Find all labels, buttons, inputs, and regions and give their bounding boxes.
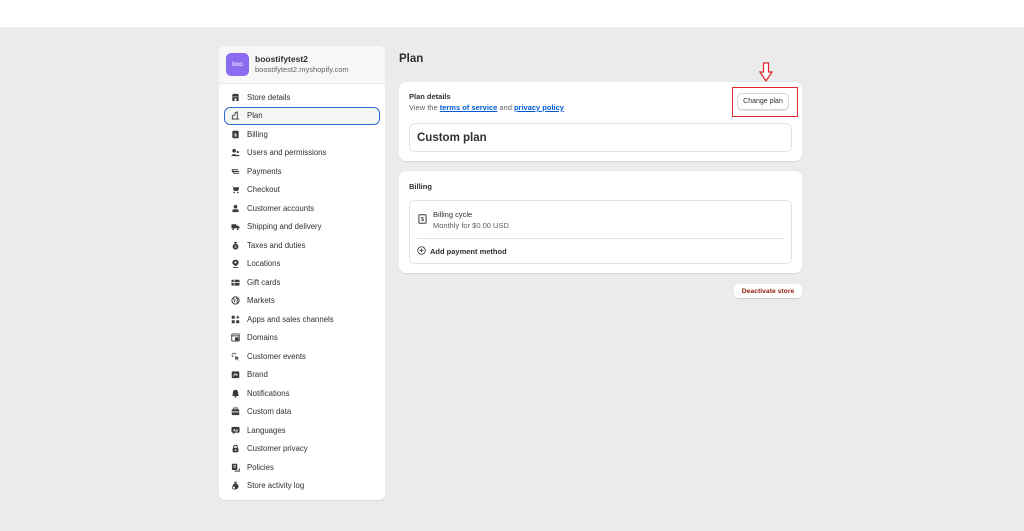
policies-icon — [231, 463, 240, 472]
sidebar-item-customer-privacy[interactable]: Customer privacy — [224, 440, 380, 459]
sidebar-item-billing[interactable]: $ Billing — [224, 125, 380, 144]
domain-icon — [231, 333, 240, 342]
sidebar-item-brand[interactable]: Brand — [224, 366, 380, 385]
change-plan-button[interactable]: Change plan — [737, 93, 789, 110]
store-icon — [231, 93, 240, 102]
settings-nav: Store details Plan $ Billing Users and permi… — [219, 84, 385, 495]
sidebar-item-label: Custom data — [247, 407, 292, 417]
gift-card-icon — [231, 278, 240, 287]
billing-card: Billing $ Billing cycle Monthly for $0.0… — [399, 171, 802, 273]
users-icon — [231, 148, 240, 157]
billing-title: Billing — [409, 182, 432, 191]
top-bar — [0, 0, 1024, 27]
plan-details-title: Plan details — [409, 92, 451, 101]
sidebar-item-label: Plan — [247, 111, 263, 121]
sidebar-item-label: Store activity log — [247, 481, 305, 491]
svg-text:$: $ — [234, 132, 237, 138]
sidebar-item-label: Languages — [247, 425, 286, 435]
sidebar-item-label: Billing — [247, 129, 268, 139]
cursor-click-icon — [231, 352, 240, 361]
plan-details-card: Plan details View the terms of service a… — [399, 82, 802, 161]
store-url: boostifytest2.myshopify.com — [255, 65, 349, 74]
billing-icon: $ — [231, 130, 240, 139]
bell-icon — [231, 389, 240, 398]
sidebar-item-label: Brand — [247, 370, 268, 380]
store-name: boostifytest2 — [255, 54, 308, 64]
sidebar-item-custom-data[interactable]: Custom data — [224, 403, 380, 422]
activity-log-icon — [231, 481, 240, 490]
truck-icon — [231, 222, 240, 231]
language-icon: Aa — [231, 426, 240, 435]
sidebar-item-checkout[interactable]: Checkout — [224, 181, 380, 200]
sidebar-item-label: Taxes and duties — [247, 240, 306, 250]
location-pin-icon — [231, 259, 240, 269]
divider — [417, 238, 784, 239]
sidebar-item-label: Customer privacy — [247, 444, 308, 454]
sidebar-item-label: Policies — [247, 462, 274, 472]
sidebar-item-label: Payments — [247, 166, 282, 176]
sidebar-item-store-details[interactable]: Store details — [224, 88, 380, 107]
subtitle-prefix: View the — [409, 103, 440, 112]
cart-icon — [231, 185, 240, 194]
sidebar-item-label: Customer events — [247, 351, 306, 361]
globe-icon — [231, 296, 240, 305]
payments-icon — [231, 167, 240, 176]
sidebar-item-label: Apps and sales channels — [247, 314, 334, 324]
add-payment-method-label: Add payment method — [430, 246, 507, 256]
sidebar-item-label: Gift cards — [247, 277, 281, 287]
receipt-icon: $ — [418, 214, 427, 224]
settings-sidebar: boo boostifytest2 boostifytest2.myshopif… — [219, 46, 385, 500]
subtitle-and: and — [497, 103, 514, 112]
sidebar-item-users-and-permissions[interactable]: Users and permissions — [224, 144, 380, 163]
sidebar-item-policies[interactable]: Policies — [224, 458, 380, 477]
sidebar-item-label: Shipping and delivery — [247, 222, 322, 232]
billing-box: $ Billing cycle Monthly for $0.00 USD Ad… — [409, 200, 792, 264]
sidebar-item-domains[interactable]: Domains — [224, 329, 380, 348]
person-icon — [231, 204, 240, 213]
store-avatar: boo — [226, 53, 249, 76]
lock-icon — [231, 444, 240, 453]
sidebar-item-apps-and-sales-channels[interactable]: Apps and sales channels — [224, 310, 380, 329]
sidebar-item-taxes-and-duties[interactable]: $ Taxes and duties — [224, 236, 380, 255]
sidebar-item-label: Store details — [247, 92, 291, 102]
sidebar-item-label: Domains — [247, 333, 278, 343]
terms-of-service-link[interactable]: terms of service — [440, 103, 498, 112]
sidebar-item-label: Locations — [247, 259, 281, 269]
privacy-policy-link[interactable]: privacy policy — [514, 103, 564, 112]
sidebar-item-store-activity-log[interactable]: Store activity log — [224, 477, 380, 496]
plus-circle-icon — [417, 245, 426, 257]
sidebar-item-payments[interactable]: Payments — [224, 162, 380, 181]
billing-cycle-value: Monthly for $0.00 USD — [433, 221, 509, 230]
sidebar-item-label: Users and permissions — [247, 148, 327, 158]
add-payment-method-button[interactable]: Add payment method — [417, 244, 507, 258]
sidebar-item-customer-events[interactable]: Customer events — [224, 347, 380, 366]
plan-details-subtitle: View the terms of service and privacy po… — [409, 103, 564, 112]
brand-icon — [231, 370, 240, 379]
apps-icon — [231, 315, 240, 324]
sidebar-item-notifications[interactable]: Notifications — [224, 384, 380, 403]
sidebar-item-label: Markets — [247, 296, 275, 306]
sidebar-item-plan[interactable]: Plan — [224, 106, 380, 125]
money-bag-icon: $ — [231, 241, 240, 250]
page-title: Plan — [399, 53, 424, 65]
sidebar-item-markets[interactable]: Markets — [224, 292, 380, 311]
plan-icon — [231, 111, 240, 120]
database-icon — [231, 407, 240, 416]
sidebar-item-customer-accounts[interactable]: Customer accounts — [224, 199, 380, 218]
sidebar-item-label: Checkout — [247, 185, 280, 195]
svg-text:$: $ — [421, 217, 424, 223]
svg-text:$: $ — [235, 245, 237, 249]
sidebar-item-label: Notifications — [247, 388, 290, 398]
down-arrow-annotation — [759, 62, 773, 82]
store-header[interactable]: boo boostifytest2 boostifytest2.myshopif… — [219, 46, 385, 84]
sidebar-item-label: Customer accounts — [247, 203, 315, 213]
billing-cycle-title: Billing cycle — [433, 210, 473, 219]
deactivate-store-button[interactable]: Deactivate store — [734, 284, 802, 298]
current-plan-name: Custom plan — [409, 123, 792, 152]
sidebar-item-languages[interactable]: Aa Languages — [224, 421, 380, 440]
sidebar-item-locations[interactable]: Locations — [224, 255, 380, 274]
sidebar-item-gift-cards[interactable]: Gift cards — [224, 273, 380, 292]
sidebar-item-shipping-and-delivery[interactable]: Shipping and delivery — [224, 218, 380, 237]
